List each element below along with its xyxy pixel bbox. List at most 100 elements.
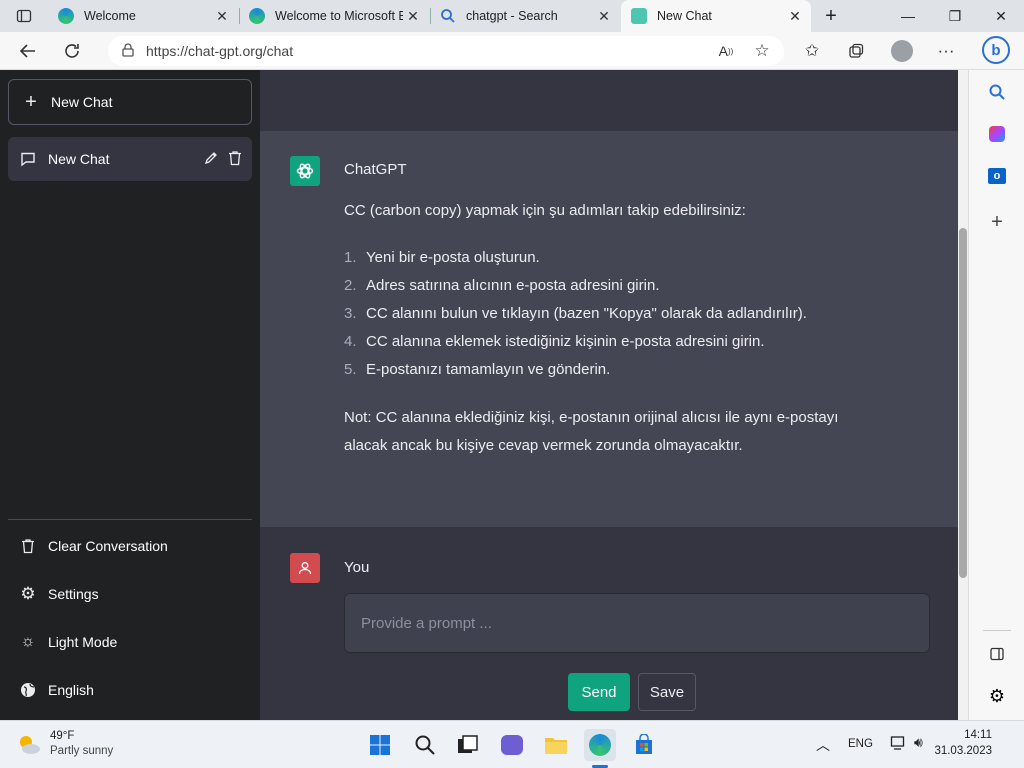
prompt-placeholder: Provide a prompt ...	[361, 614, 492, 632]
close-window-icon[interactable]: ✕	[978, 0, 1024, 32]
chat-history-item[interactable]: New Chat	[8, 137, 252, 181]
partly-sunny-icon	[16, 732, 42, 758]
lock-icon	[122, 42, 134, 60]
taskbar-search-icon[interactable]	[409, 729, 441, 761]
tab-title: New Chat	[657, 9, 712, 23]
tab-actions-icon[interactable]	[10, 3, 38, 29]
close-tab-icon[interactable]: ✕	[214, 8, 230, 24]
add-favorite-icon[interactable]: ☆	[748, 38, 776, 64]
assistant-note: Not: CC alanına eklediğiniz kişi, e-post…	[344, 409, 839, 454]
outlook-icon[interactable]: o	[983, 162, 1011, 190]
list-item: 2. Adres satırına alıcının e-posta adresi…	[344, 277, 660, 294]
browser-tab[interactable]: Welcome to Microsoft E ✕	[239, 0, 429, 32]
settings-button[interactable]: ⚙ Settings	[8, 572, 252, 616]
sidebar-settings-icon[interactable]: ⚙	[983, 682, 1011, 710]
hide-sidebar-icon[interactable]	[983, 640, 1011, 668]
tab-title: chatgpt - Search	[466, 9, 558, 23]
bing-chat-icon[interactable]: b	[980, 34, 1012, 66]
save-button[interactable]: Save	[638, 673, 696, 711]
sidebar-divider	[8, 519, 252, 520]
edge-taskbar-icon[interactable]	[584, 729, 616, 761]
steps-list: 1. Yeni bir e-posta oluşturun. 2. Adres sa…	[344, 244, 904, 384]
close-tab-icon[interactable]: ✕	[596, 8, 612, 24]
clock-date[interactable]: 31.03.2023	[930, 745, 992, 757]
new-tab-icon[interactable]: +	[808, 0, 854, 32]
office-icon[interactable]	[983, 120, 1011, 148]
more-options-icon[interactable]: ···	[932, 38, 960, 64]
clear-conversation-label: Clear Conversation	[48, 538, 168, 554]
show-hidden-icons-chevron-icon[interactable]: ︿	[816, 735, 830, 755]
edge-sidebar: o + ⚙	[968, 70, 1024, 720]
chat-history-label: New Chat	[48, 151, 110, 167]
tab-title: Welcome to Microsoft E	[275, 9, 403, 23]
task-view-icon[interactable]	[452, 729, 484, 761]
minimize-icon[interactable]: —	[885, 0, 931, 32]
trash-icon[interactable]	[228, 150, 242, 169]
network-icon[interactable]	[890, 735, 906, 756]
clock-time[interactable]: 14:11	[942, 729, 992, 741]
weather-desc: Partly sunny	[50, 745, 114, 757]
volume-icon[interactable]: 🔊︎	[914, 734, 923, 751]
windows-taskbar: 49°F Partly sunny ︿ ENG 🔊︎ 14:11 31.03.2…	[0, 720, 1024, 768]
language-button[interactable]: English	[8, 668, 252, 712]
scrollbar-thumb[interactable]	[959, 228, 967, 578]
restore-icon[interactable]: ❐	[932, 0, 978, 32]
plus-icon: +	[25, 90, 37, 113]
edge-icon	[249, 8, 265, 24]
settings-label: Settings	[48, 586, 99, 602]
browser-tab[interactable]: Welcome ✕	[48, 0, 238, 32]
assistant-message: ChatGPT CC (carbon copy) yapmak için şu …	[260, 131, 958, 527]
search-icon	[440, 8, 456, 24]
list-item: 4. CC alanına eklemek istediğiniz kişinin…	[344, 333, 765, 350]
page-scrollbar[interactable]	[958, 70, 968, 720]
tab-title: Welcome	[84, 9, 136, 23]
robot-icon	[631, 8, 647, 24]
store-icon[interactable]	[628, 729, 660, 761]
list-item: 5. E-postanızı tamamlayın ve gönderin.	[344, 361, 611, 378]
browser-tab[interactable]: chatgpt - Search ✕	[430, 0, 620, 32]
new-chat-button[interactable]: + New Chat	[8, 79, 252, 125]
collections-icon[interactable]	[842, 38, 870, 64]
chat-main: ChatGPT CC (carbon copy) yapmak için şu …	[260, 70, 958, 720]
trash-icon	[20, 538, 36, 554]
send-button[interactable]: Send	[568, 673, 630, 711]
profile-avatar-icon[interactable]	[888, 38, 916, 64]
new-chat-label: New Chat	[51, 94, 113, 110]
browser-tab-strip: Welcome ✕ Welcome to Microsoft E ✕ chatg…	[0, 0, 1024, 32]
windows-start-icon[interactable]	[364, 729, 396, 761]
add-sidebar-app-icon[interactable]: +	[983, 208, 1011, 236]
chat-bubble-icon	[20, 151, 36, 167]
sun-icon: ☼	[20, 633, 36, 650]
light-mode-label: Light Mode	[48, 634, 118, 650]
browser-tab-active[interactable]: New Chat ✕	[621, 0, 811, 32]
language-label: English	[48, 682, 94, 698]
close-tab-icon[interactable]: ✕	[405, 8, 421, 24]
list-item: 3. CC alanını bulun ve tıklayın (bazen "K…	[344, 305, 807, 322]
refresh-icon[interactable]	[58, 38, 86, 64]
clear-conversation-button[interactable]: Clear Conversation	[8, 524, 252, 568]
edge-icon	[58, 8, 74, 24]
prompt-input[interactable]: Provide a prompt ...	[344, 593, 930, 653]
weather-temp: 49°F	[50, 730, 75, 742]
user-avatar-icon	[290, 553, 320, 583]
favorites-icon[interactable]: ✩	[798, 38, 826, 64]
edit-icon[interactable]	[204, 151, 218, 168]
light-mode-button[interactable]: ☼ Light Mode	[8, 620, 252, 664]
user-name: You	[344, 559, 370, 576]
assistant-name: ChatGPT	[344, 161, 407, 178]
file-explorer-icon[interactable]	[540, 729, 572, 761]
assistant-intro: CC (carbon copy) yapmak için şu adımları…	[344, 202, 746, 219]
teams-chat-icon[interactable]	[496, 729, 528, 761]
url-text: https://chat-gpt.org/chat	[146, 43, 294, 59]
gear-icon: ⚙	[20, 584, 36, 603]
list-item: 1. Yeni bir e-posta oluşturun.	[344, 249, 540, 266]
search-icon[interactable]	[983, 78, 1011, 106]
address-bar[interactable]: https://chat-gpt.org/chat	[108, 36, 784, 66]
read-aloud-icon[interactable]: A))	[712, 38, 740, 64]
chat-sidebar: + New Chat New Chat Clear Conversation ⚙…	[0, 70, 260, 720]
back-icon[interactable]	[14, 38, 42, 64]
chatgpt-logo-icon	[290, 156, 320, 186]
browser-toolbar: https://chat-gpt.org/chat A)) ☆ ✩ ··· b	[0, 32, 1024, 70]
close-tab-icon[interactable]: ✕	[787, 8, 803, 24]
input-language[interactable]: ENG	[848, 738, 873, 750]
